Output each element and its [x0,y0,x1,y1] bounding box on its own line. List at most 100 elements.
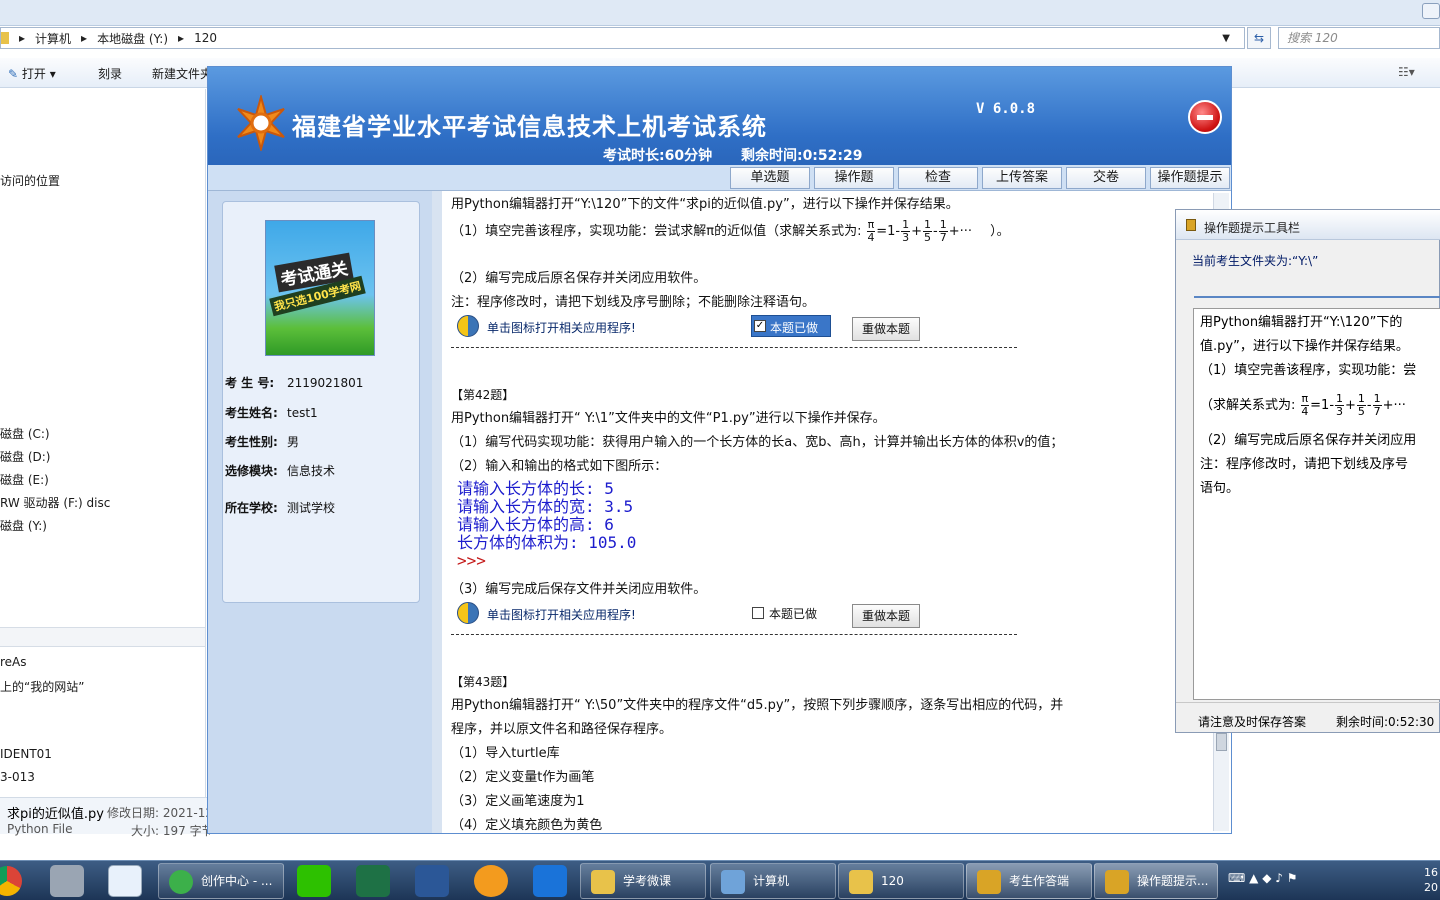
q41-formula: π 4 =1- 1 3 +1 5-1 7 +··· [866,218,973,244]
chevron-down-icon[interactable]: ▼ [1222,33,1230,44]
burn-button[interactable]: 刻录 [98,65,122,82]
nav-item[interactable]: 磁盘 (E:) [0,471,49,488]
taskbar: 创作中心 - ... 学考微课 计算机 120 考生作答端 操作题提示... ⌨… [0,860,1440,900]
check-button[interactable]: 检查 [898,167,978,189]
shell-prompt: >>> [457,551,486,570]
q43-step: （1）导入turtle库 [451,746,560,761]
system-tray[interactable]: ⌨ ▲ ◆ ♪ ⚑ [1228,871,1408,891]
submit-button[interactable]: 交卷 [1066,167,1146,189]
panel-splitter[interactable] [432,191,442,833]
clock[interactable]: 16 20 [1424,865,1440,895]
wechat-icon[interactable] [297,865,331,897]
divider [451,634,1017,635]
nav-item[interactable]: reAs [0,655,27,669]
hint-window: 操作题提示工具栏 当前考生文件夹为:“Y:\” 用Python编辑器打开“Y:\… [1175,209,1440,733]
nav-item[interactable]: 磁盘 (D:) [0,448,50,465]
student-module-row: 选修模块: 信息技术 [225,464,336,478]
breadcrumb-item[interactable]: 计算机 [35,30,71,47]
q41-note: 注：程序修改时，请把下划线及序号删除；不能删除注释语句。 [451,295,816,310]
nav-item[interactable]: 磁盘 (C:) [0,425,50,442]
upload-answer-button[interactable]: 上传答案 [982,167,1062,189]
divider [1194,296,1440,298]
nav-item[interactable]: IDENT01 [0,747,52,761]
hint-title-bar[interactable]: 操作题提示工具栏 [1176,210,1440,240]
excel-icon[interactable] [356,865,390,897]
nav-item[interactable]: RW 驱动器 (F:) disc [0,494,110,511]
q43-step: （4）定义填充颜色为黄色 [451,818,603,831]
refresh-button[interactable]: ⇆ [1247,27,1271,49]
avatar: 考试通关 我只选100学考网 [265,220,375,356]
q43-header: 【第43题】 [451,675,515,689]
breadcrumb-item[interactable]: 120 [194,31,217,45]
taskbar-item[interactable]: 创作中心 - ... [158,863,284,899]
flag-icon[interactable]: ⚑ [1287,871,1298,885]
q41-step2: （2）编写完成后原名保存并关闭应用软件。 [451,271,707,286]
hint-text-box[interactable]: 用Python编辑器打开“Y:\120”下的 值.py”，进行以下操作并保存结果… [1193,308,1440,700]
taskbar-item[interactable]: 操作题提示... [1094,863,1218,899]
view-icon[interactable]: ☷▾ [1398,65,1415,79]
address-bar[interactable]: ▸ 计算机 ▸ 本地磁盘 (Y:) ▸ 120 ▼ [0,27,1245,49]
app-title: 福建省学业水平考试信息技术上机考试系统 [292,112,767,141]
done-checkbox[interactable]: ✓ [754,320,766,332]
taskbar-item[interactable]: 考生作答端 [966,863,1092,899]
breadcrumb-item[interactable]: 本地磁盘 (Y:) [97,30,168,47]
question-area: 用Python编辑器打开“Y:\120”下的文件“求pi的近似值.py”，进行以… [445,193,1213,831]
scroll-thumb[interactable] [1216,733,1227,751]
exam-duration: 考试时长:60分钟 [603,148,713,164]
q41-step1: （1）填空完善该程序，实现功能：尝试求解π的近似值（求解关系式为: π 4 =1- 1… [451,218,1010,244]
redo-button[interactable]: 重做本题 [852,317,920,341]
screenshot-tool-icon[interactable] [50,865,84,897]
nav-item[interactable]: 3-013 [0,770,35,784]
nav-item[interactable]: 磁盘 (Y:) [0,517,47,534]
python-icon[interactable] [457,602,479,624]
exam-app-window: 福建省学业水平考试信息技术上机考试系统 V 6.0.8 考试时长:60分钟 剩余… [207,66,1232,834]
network-icon[interactable]: ▲ [1249,871,1258,885]
breadcrumb-sep-icon: ▸ [19,31,26,45]
student-school-row: 所在学校: 测试学校 [225,501,336,515]
single-choice-button[interactable]: 单选题 [730,167,810,189]
minimize-button[interactable] [1422,3,1440,19]
hint-line: （2）编写完成后原名保存并关闭应用 [1200,433,1417,448]
breadcrumb-sep-icon: ▸ [178,31,185,45]
close-icon[interactable] [1188,100,1222,134]
redo-button[interactable]: 重做本题 [852,604,920,628]
word-icon[interactable] [415,865,449,897]
grid-app-icon[interactable] [533,865,567,897]
q43-intro2: 程序，并以原文件名和路径保存程序。 [451,722,673,737]
done-checkbox[interactable] [752,607,764,619]
done-label: 本题已做 [769,607,818,621]
folder-icon [591,869,615,894]
taskbar-item[interactable]: 学考微课 [580,863,706,899]
shell-line: 请输入长方体的长: 5 [457,479,614,498]
python-icon[interactable] [457,315,479,337]
taskbar-item[interactable]: 计算机 [710,863,836,899]
operation-button[interactable]: 操作题 [814,167,894,189]
folder-icon [849,869,873,894]
nav-item[interactable]: 上的“我的网站” [0,678,84,695]
open-button[interactable]: ✎ 打开 ▾ [8,65,56,82]
keyboard-icon[interactable]: ⌨ [1228,871,1245,885]
star-logo-icon [237,95,285,151]
search-input[interactable]: 搜索 120 [1278,27,1440,49]
operation-hint-button[interactable]: 操作题提示 [1150,167,1230,189]
app-orange-icon[interactable] [474,865,508,897]
student-gender-row: 考生性别: 男 [225,435,300,449]
done-toggle[interactable]: ✓ 本题已做 [751,315,831,337]
pen-icon [977,869,1001,894]
open-app-link[interactable]: 单击图标打开相关应用程序! [487,606,636,623]
nav-item[interactable]: 访问的位置 [0,172,60,189]
hint-line: 语句。 [1200,481,1240,496]
taskbar-item[interactable]: 120 [838,863,964,899]
explorer-title-bar [0,0,1440,26]
student-card: 考试通关 我只选100学考网 考 生 号: 2119021801 考生姓名: tes… [222,201,420,603]
hint-line: （1）填空完善该程序，实现功能：尝 [1200,363,1417,378]
volume-icon[interactable]: ♪ [1275,871,1283,885]
student-name-row: 考生姓名: test1 [225,406,318,420]
shield-icon[interactable]: ◆ [1262,871,1271,885]
chrome-icon[interactable] [0,866,22,896]
baidu-netdisk-icon[interactable] [108,865,142,897]
save-reminder: 请注意及时保存答案 [1198,715,1307,729]
new-folder-button[interactable]: 新建文件夹 [152,65,208,82]
open-app-link[interactable]: 单击图标打开相关应用程序! [487,319,636,336]
open-icon: ✎ [8,67,19,81]
